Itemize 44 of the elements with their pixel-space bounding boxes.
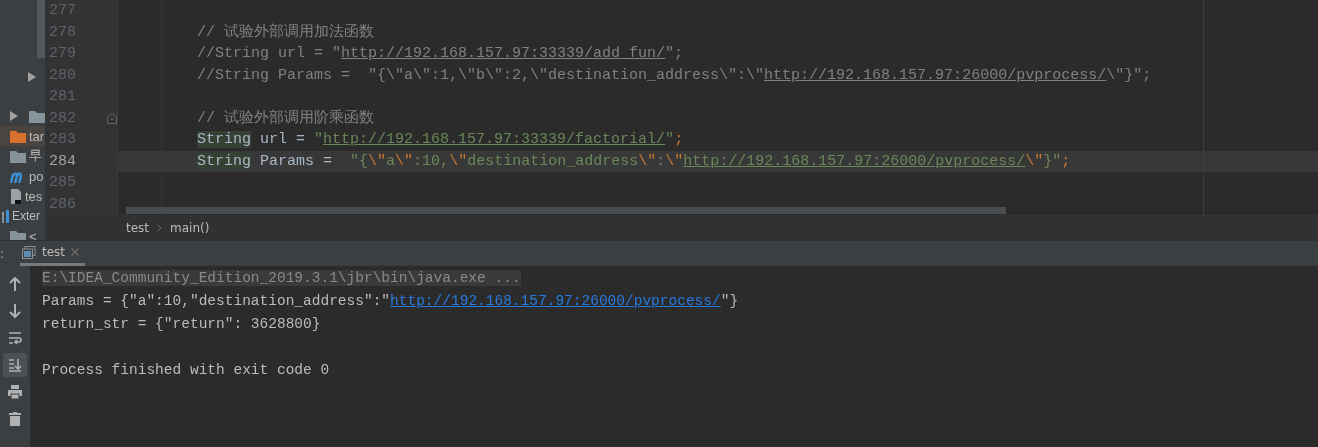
close-icon[interactable] xyxy=(71,248,80,256)
bars-icon xyxy=(2,209,10,223)
code-line: String Params = "{\"a\":10,\"destination_address\":\"http://192.168.157.97:26000/pvprocess/\"}"; xyxy=(197,152,1071,170)
code-line: String url = "http://192.168.157.97:33339/factorial/"; xyxy=(197,131,684,148)
tree-item-label[interactable]: 早 xyxy=(29,147,42,165)
fold-icon[interactable] xyxy=(107,112,117,124)
url-link[interactable]: http://192.168.157.97:26000/pvprocess/ xyxy=(764,66,1107,84)
tree-item-label[interactable]: po xyxy=(29,168,44,184)
down-arrow-icon xyxy=(9,304,21,318)
scrollbar[interactable] xyxy=(126,207,1006,214)
tree-item-label[interactable]: < xyxy=(29,228,37,240)
file-icon xyxy=(10,188,22,204)
expand-arrow-icon[interactable] xyxy=(10,111,18,121)
console-line: Process finished with exit code 0 xyxy=(42,362,330,378)
tree-item-label[interactable]: tes xyxy=(25,188,43,204)
url-link[interactable]: http://192.168.157.97:33339/add_fun/ xyxy=(341,45,666,62)
url-link[interactable]: http://192.168.157.97:26000/pvprocess/ xyxy=(390,293,721,309)
run-tab[interactable]: test xyxy=(20,241,86,266)
breadcrumb-item[interactable]: test xyxy=(126,221,150,235)
breadcrumb-item[interactable]: main() xyxy=(170,221,210,235)
code-line: // 试验外部调用加法函数 xyxy=(197,23,374,41)
chevron-icon xyxy=(157,224,163,232)
console-line: Params = {"a":10,"destination_address":"http://192.168.157.97:26000/pvprocess/"} xyxy=(42,293,739,309)
trash-icon xyxy=(9,412,21,426)
print-icon xyxy=(8,385,22,399)
scroll-to-end-icon xyxy=(8,358,22,372)
folder-icon xyxy=(10,149,26,163)
folder-icon xyxy=(29,109,45,123)
panel-label: : xyxy=(0,245,6,263)
scroll-to-end-button[interactable] xyxy=(3,353,27,377)
folder-icon xyxy=(10,129,26,143)
window-icon xyxy=(22,245,36,259)
line-number: 284 xyxy=(48,152,76,170)
url-link[interactable]: http://192.168.157.97:26000/pvprocess/ xyxy=(683,152,1026,170)
wrap-icon xyxy=(8,331,22,345)
up-arrow-icon xyxy=(9,277,21,291)
console-line: return_str = {"return": 3628800} xyxy=(42,316,321,332)
code-line: // 试验外部调用阶乘函数 xyxy=(197,109,374,127)
expand-arrow-icon[interactable] xyxy=(28,72,36,82)
code-line: //String url = "http://192.168.157.97:33339/add_fun/"; xyxy=(197,45,684,62)
scrollbar[interactable] xyxy=(37,0,45,58)
code-line: //String Params = "{\"a\":1,\"b\":2,\"destination_address\":\"http://192.168.157.97:26000/pvprocess/\"}"; xyxy=(197,66,1152,84)
url-link[interactable]: http://192.168.157.97:33339/factorial/ xyxy=(323,131,666,148)
tree-item-label[interactable]: Exter xyxy=(12,209,40,223)
